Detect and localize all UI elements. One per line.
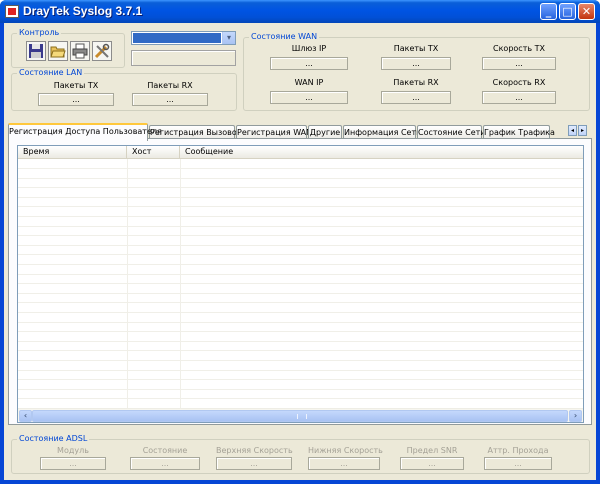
open-folder-icon [50,46,66,58]
table-row-line [18,235,583,236]
tab-strip: Регистрация Доступа Пользователя Регистр… [8,123,568,141]
window-title: DrayTek Syslog 3.7.1 [23,4,143,18]
open-button[interactable] [48,41,68,61]
horizontal-scrollbar[interactable]: ‹ › [18,408,583,422]
print-button[interactable] [70,41,90,61]
table-row-line [18,254,583,255]
window-frame-bottom [0,480,600,484]
adsl-downstream-label: Нижняя Скорость [308,446,383,455]
adsl-status-title: Состояние ADSL [17,434,90,443]
table-row-line [18,360,583,361]
wan-ip-value: ... [270,91,348,104]
device-select[interactable]: ▾ [131,31,236,45]
wan-status-title: Состояние WAN [249,32,320,41]
adsl-attenuation-label: Аттр. Прохода [487,446,549,455]
column-host[interactable]: Хост [127,146,180,159]
table-row-line [18,216,583,217]
app-icon [5,5,19,18]
table-row-line [18,178,583,179]
table-row-line [18,370,583,371]
wan-gateway-value: ... [270,57,348,70]
tab-network-status[interactable]: Состояние Сети [417,125,486,139]
log-table[interactable]: Время Хост Сообщение ‹ › [17,145,584,423]
lan-tx-label: Пакеты TX [53,81,99,90]
tab-network-info[interactable]: Информация Сети [343,125,421,139]
lan-rx-label: Пакеты RX [147,81,193,90]
adsl-state-value: ... [130,457,200,470]
save-icon [29,44,43,58]
table-row-line [18,197,583,198]
table-row-line [18,226,583,227]
table-row-line [18,341,583,342]
adsl-module-value: ... [40,457,106,470]
wan-ip-label: WAN IP [294,78,324,87]
wan-tx-label: Пакеты TX [393,44,439,53]
adsl-upstream-label: Верхняя Скорость [216,446,293,455]
lan-tx-value: ... [38,93,114,106]
minimize-button[interactable]: _ [540,3,557,20]
scroll-thumb[interactable] [32,410,568,422]
wan-rx-speed-label: Скорость RX [492,78,546,87]
table-row-line [18,168,583,169]
column-time[interactable]: Время [18,146,127,159]
save-button[interactable] [26,41,46,61]
wan-tx-speed-value: ... [482,57,556,70]
table-row-line [18,302,583,303]
scroll-left-button[interactable]: ‹ [19,410,32,422]
table-row-line [18,331,583,332]
column-divider [127,159,128,409]
wan-tx-speed-label: Скорость TX [493,44,545,53]
tools-icon [94,43,110,59]
adsl-downstream-value: ... [308,457,380,470]
print-icon [72,43,88,59]
wan-rx-label: Пакеты RX [393,78,439,87]
table-row-line [18,245,583,246]
title-bar[interactable]: DrayTek Syslog 3.7.1 _ □ ✕ [0,0,600,23]
table-row-line [18,398,583,399]
table-row-line [18,350,583,351]
status-field [131,50,236,66]
maximize-button[interactable]: □ [559,3,576,20]
device-select-value [133,33,221,43]
table-row-line [18,293,583,294]
adsl-upstream-value: ... [216,457,292,470]
wan-gateway-label: Шлюз IP [291,44,327,53]
control-group-title: Контроль [17,28,62,37]
table-row-line [18,322,583,323]
scroll-right-button[interactable]: › [569,410,582,422]
column-message[interactable]: Сообщение [180,146,583,159]
table-row-line [18,264,583,265]
tab-scroll-right[interactable]: ▸ [578,125,587,136]
column-divider [180,159,181,409]
table-row-line [18,187,583,188]
chevron-down-icon[interactable]: ▾ [222,32,235,44]
adsl-snr-label: Предел SNR [406,446,458,455]
lan-rx-value: ... [132,93,208,106]
lan-status-title: Состояние LAN [17,68,85,77]
table-row-line [18,379,583,380]
table-row-line [18,206,583,207]
wan-tx-value: ... [381,57,451,70]
table-row-line [18,389,583,390]
tab-other[interactable]: Другие [308,125,342,139]
adsl-module-label: Модуль [57,446,89,455]
close-button[interactable]: ✕ [578,3,595,20]
table-row-line [18,312,583,313]
tab-wan-log[interactable]: Регистрация WAN [236,125,312,139]
window-frame-right [596,23,600,484]
log-table-header: Время Хост Сообщение [18,146,583,159]
wan-rx-speed-value: ... [482,91,556,104]
table-row-line [18,274,583,275]
wan-rx-value: ... [381,91,451,104]
table-row-line [18,283,583,284]
adsl-state-label: Состояние [142,446,188,455]
tools-button[interactable] [92,41,112,61]
tab-scroll-left[interactable]: ◂ [568,125,577,136]
tab-traffic-graph[interactable]: График Трафика [483,125,555,139]
adsl-snr-value: ... [400,457,464,470]
tab-user-access-log[interactable]: Регистрация Доступа Пользователя [8,123,162,141]
adsl-attenuation-value: ... [484,457,552,470]
